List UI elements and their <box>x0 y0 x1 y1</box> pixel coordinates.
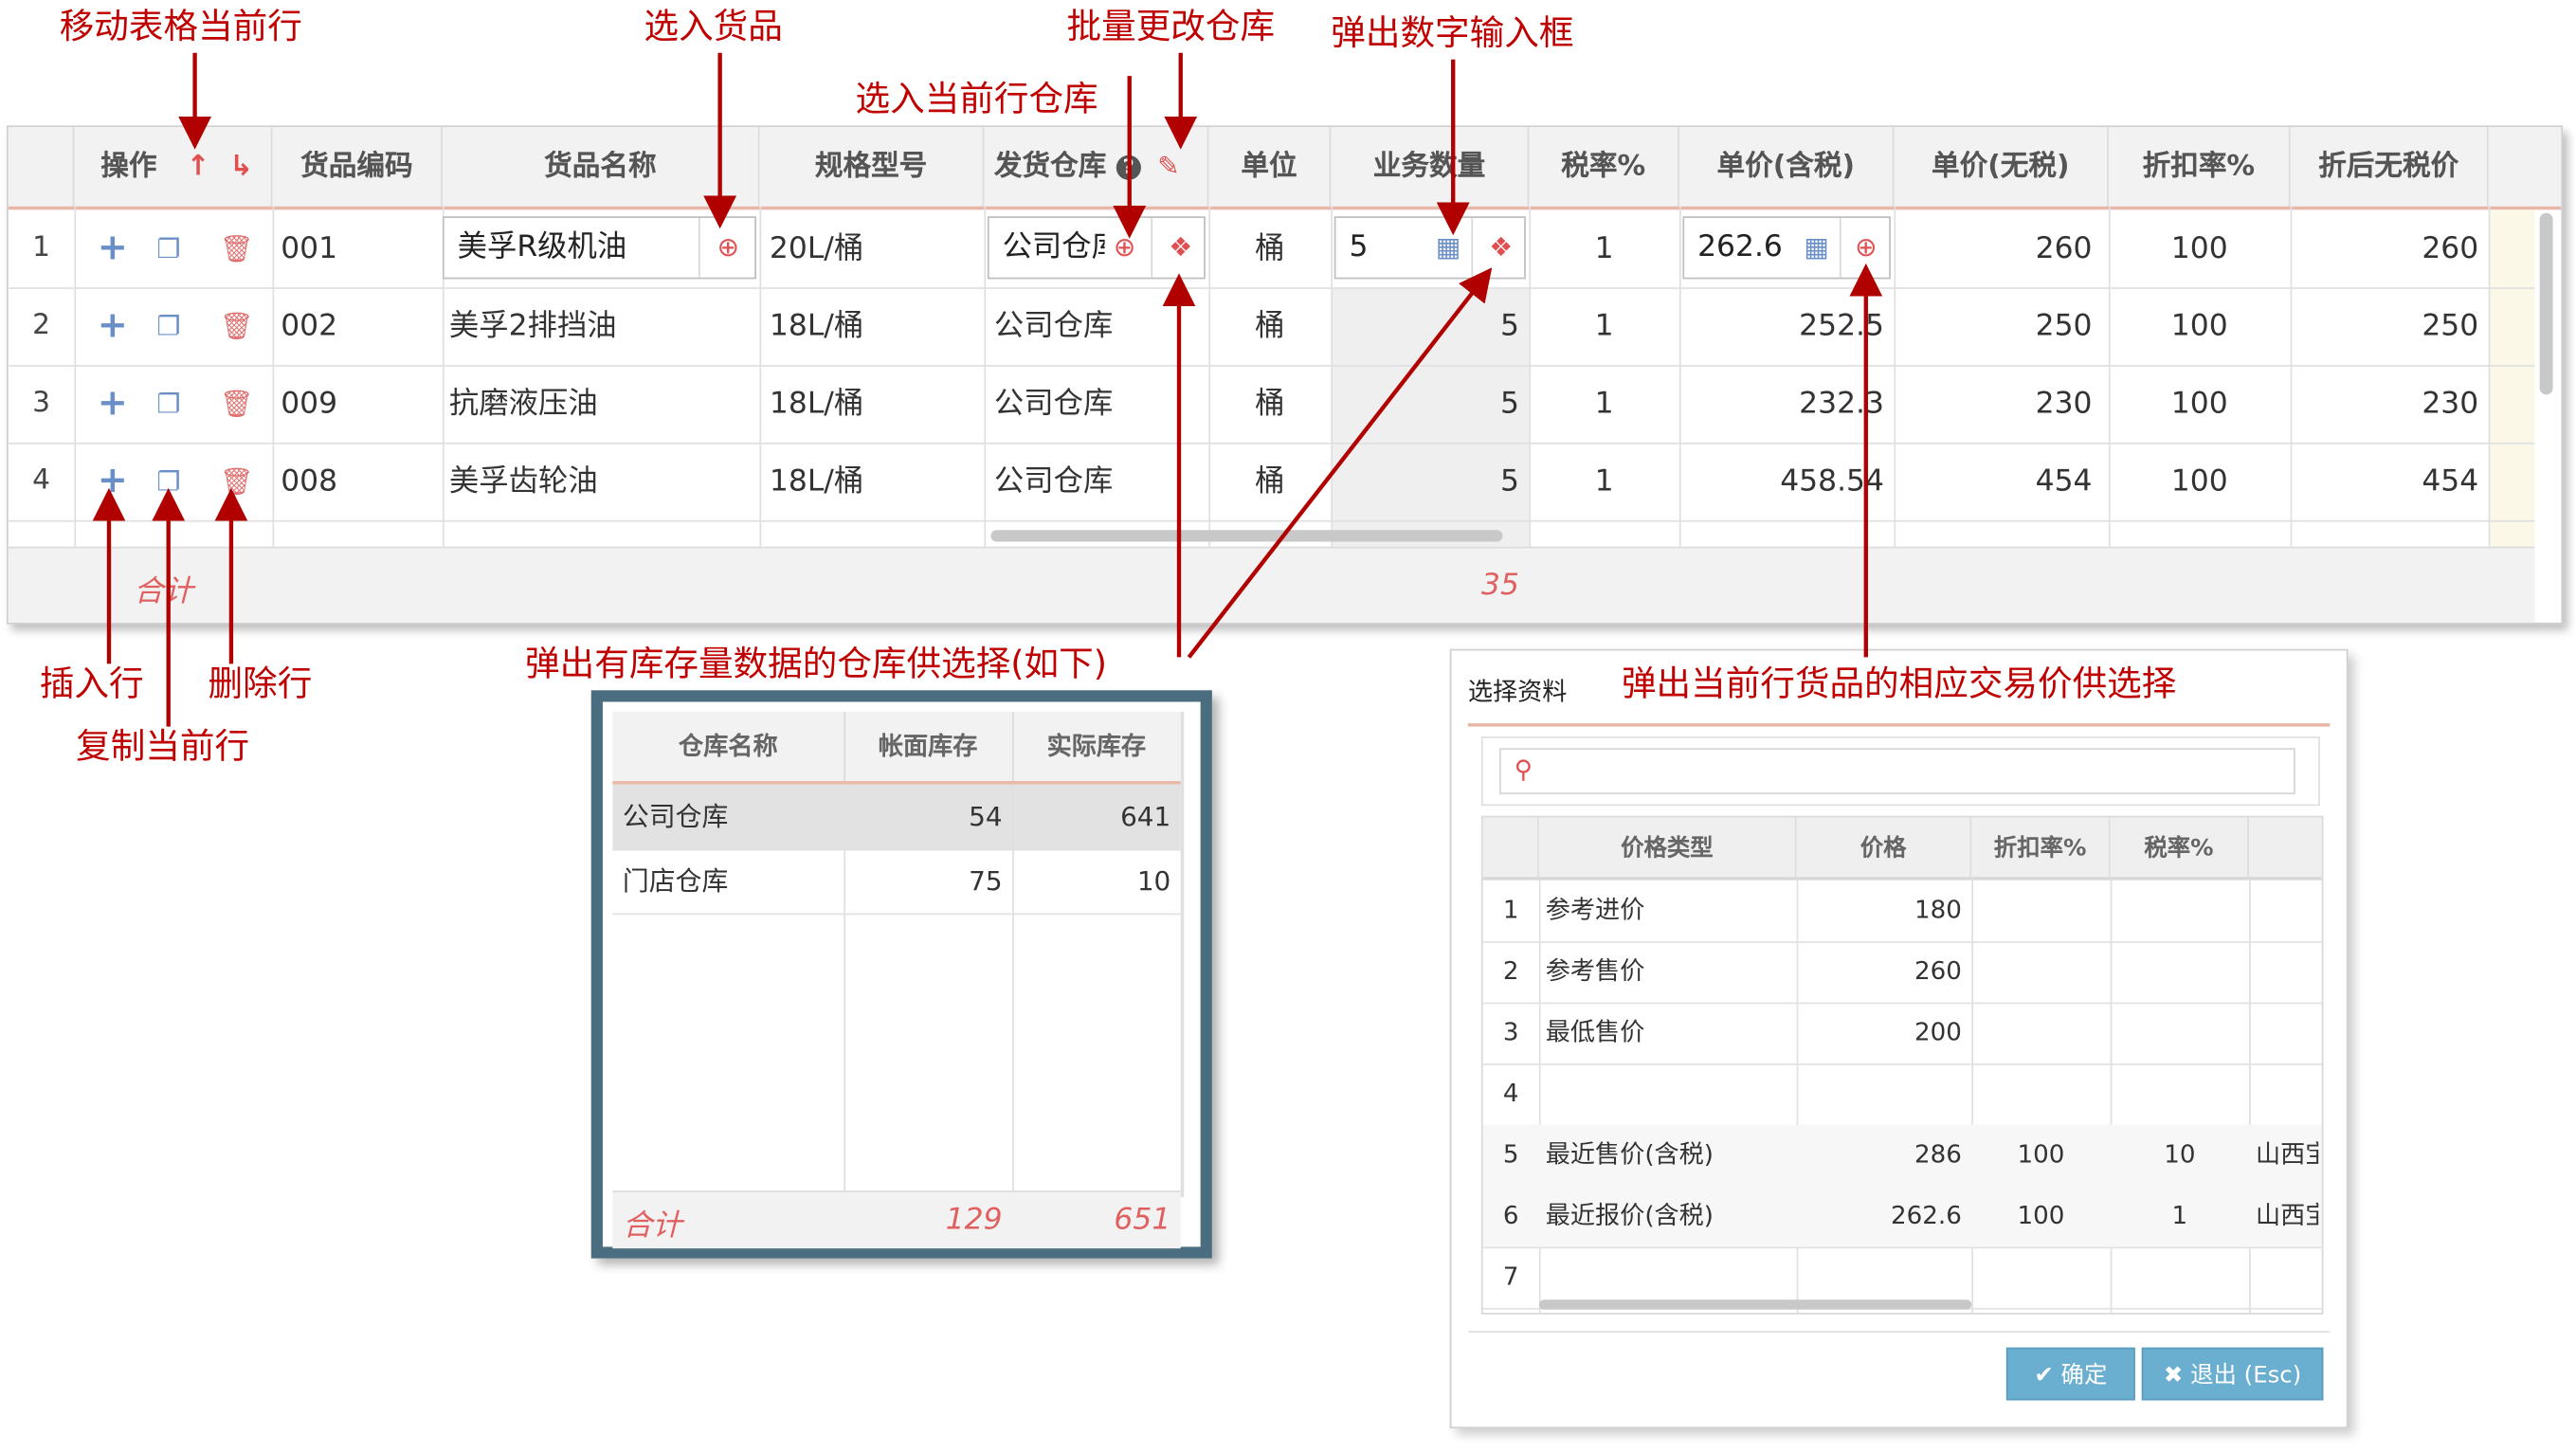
arrow-stock-popup <box>1187 267 1493 659</box>
annotation-delete-row: 删除行 <box>208 663 313 704</box>
annotation-price-popup: 弹出当前行货品的相应交易价供选择 <box>1621 663 2177 704</box>
annotation-move-row: 移动表格当前行 <box>59 6 302 46</box>
annotation-copy-row: 复制当前行 <box>76 726 250 767</box>
annotation-select-goods: 选入货品 <box>644 6 783 46</box>
annotation-warehouse-popup: 弹出有库存量数据的仓库供选择(如下) <box>525 644 1108 684</box>
annotation-batch-warehouse: 批量更改仓库 <box>1066 6 1276 46</box>
annotation-arrows <box>92 52 1883 727</box>
annotation-insert-row: 插入行 <box>39 663 144 704</box>
annotation-row-warehouse: 选入当前行仓库 <box>855 79 1098 119</box>
annotation-number-input: 弹出数字输入框 <box>1331 12 1574 53</box>
